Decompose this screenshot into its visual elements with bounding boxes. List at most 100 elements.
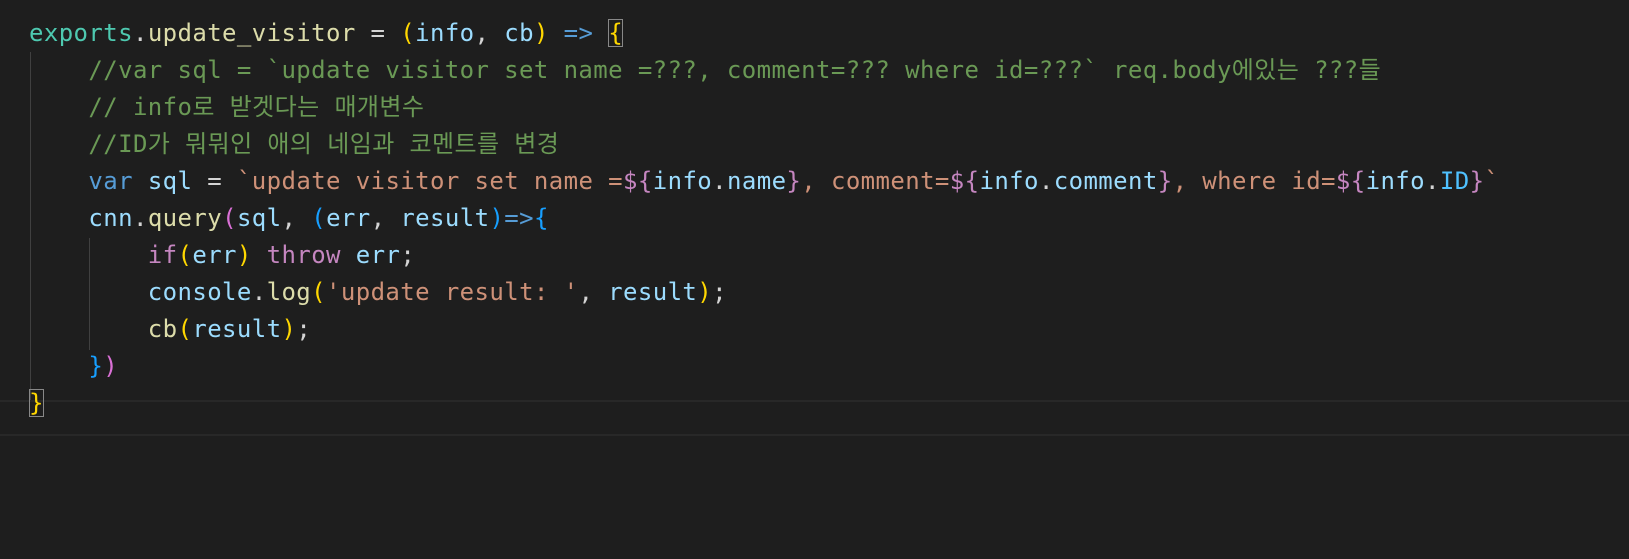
code-token: info — [979, 167, 1039, 195]
code-token: = — [192, 167, 237, 195]
code-token: . — [712, 167, 728, 195]
code-token: . — [132, 19, 148, 47]
code-token: ID — [1439, 167, 1470, 195]
code-token: update_visitor — [147, 19, 356, 47]
code-token: } — [1469, 167, 1485, 195]
code-line[interactable]: console.log('update result: ', result); — [29, 273, 727, 311]
code-token: ) — [697, 278, 713, 306]
code-token: info — [415, 19, 475, 47]
code-line[interactable]: // info로 받겟다는 매개변수 — [29, 88, 424, 126]
code-token: { — [608, 19, 624, 47]
code-token: , — [578, 278, 609, 306]
code-token: query — [147, 204, 223, 232]
code-token: => — [504, 204, 534, 232]
code-token: ) — [236, 241, 252, 269]
code-token: ( — [311, 204, 327, 232]
code-token: `update visitor set name = — [236, 167, 624, 195]
code-token: . — [1038, 167, 1054, 195]
code-token: ( — [177, 315, 193, 343]
code-line[interactable]: cnn.query(sql, (err, result)=>{ — [29, 199, 549, 237]
code-token: } — [29, 389, 44, 417]
code-line[interactable]: var sql = `update visitor set name =${in… — [29, 162, 1499, 200]
code-token: throw — [266, 241, 341, 269]
code-token: . — [1425, 167, 1440, 195]
code-line[interactable]: if(err) throw err; — [29, 236, 415, 274]
code-token: err — [326, 204, 371, 232]
code-token: ) — [103, 352, 119, 380]
code-token: sql — [236, 204, 282, 232]
code-token: ${ — [1335, 167, 1366, 195]
code-token: cnn — [88, 204, 133, 232]
code-token: //ID가 뭐뭐인 애의 네임과 코멘트를 변경 — [88, 130, 560, 158]
code-token: = — [355, 19, 401, 47]
code-line[interactable]: exports.update_visitor = (info, cb) => { — [29, 14, 624, 52]
code-token: } — [88, 352, 104, 380]
code-token: info — [1365, 167, 1426, 195]
code-token: exports — [29, 19, 133, 47]
current-line-highlight — [0, 400, 1629, 436]
code-token: ( — [177, 241, 193, 269]
code-token: cb — [147, 315, 178, 343]
code-token: } — [786, 167, 802, 195]
code-line[interactable]: cb(result); — [29, 310, 311, 348]
code-editor[interactable]: exports.update_visitor = (info, cb) => {… — [0, 0, 1629, 559]
code-token: , where id= — [1172, 167, 1336, 195]
code-token: ${ — [949, 167, 980, 195]
code-token: , — [370, 204, 401, 232]
code-token: ( — [222, 204, 237, 232]
code-token: err — [355, 241, 401, 269]
code-token: comment — [1053, 167, 1158, 195]
code-token: result — [608, 278, 698, 306]
code-token: sql — [147, 167, 193, 195]
code-token: , — [281, 204, 312, 232]
code-token: ; — [296, 315, 312, 343]
code-token: . — [251, 278, 267, 306]
code-token: result — [192, 315, 282, 343]
code-token: , comment= — [801, 167, 950, 195]
code-token: result — [400, 204, 490, 232]
code-token: var — [88, 167, 133, 195]
code-token: ) — [281, 315, 297, 343]
code-line[interactable]: //ID가 뭐뭐인 애의 네임과 코멘트를 변경 — [29, 125, 559, 163]
code-token: . — [132, 204, 148, 232]
code-token: cb — [504, 19, 534, 47]
code-token: ( — [400, 19, 416, 47]
code-token: ` — [1484, 167, 1500, 195]
code-token: { — [534, 204, 549, 232]
code-token: //var sql = `update visitor set name =??… — [88, 56, 1382, 84]
code-token: // info로 받겟다는 매개변수 — [88, 93, 425, 121]
code-line[interactable]: } — [29, 384, 44, 422]
code-token: ( — [311, 278, 327, 306]
code-token: ${ — [623, 167, 653, 195]
code-token: info — [652, 167, 713, 195]
code-line[interactable]: }) — [29, 347, 118, 385]
code-token: , — [474, 19, 505, 47]
code-token: ; — [400, 241, 416, 269]
code-token: if — [147, 241, 178, 269]
code-token: ; — [712, 278, 727, 306]
code-token: name — [727, 167, 787, 195]
code-token: err — [192, 241, 237, 269]
code-token: => — [563, 19, 594, 47]
code-line[interactable]: //var sql = `update visitor set name =??… — [29, 51, 1381, 89]
code-token: ) — [533, 19, 549, 47]
code-token: 'update result: ' — [326, 278, 579, 306]
code-token: } — [1157, 167, 1173, 195]
code-token: ) — [489, 204, 505, 232]
code-token: console — [147, 278, 252, 306]
code-token: log — [266, 278, 312, 306]
